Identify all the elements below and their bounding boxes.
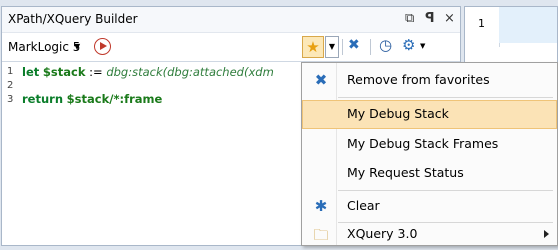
gear-caret-icon[interactable]: ▼ [420, 42, 425, 50]
submenu-arrow-icon [544, 230, 549, 238]
panel-title: XPath/XQuery Builder [8, 12, 138, 26]
gear-icon[interactable]: ⚙ [402, 36, 415, 54]
line-number: 3 [7, 94, 14, 105]
menu-item-label: My Debug Stack Frames [347, 136, 499, 151]
right-gutter: 1 [465, 7, 500, 47]
menu-item-my-debug-stack-frames[interactable]: My Debug Stack Frames [302, 130, 557, 159]
menu-item-label: Clear [347, 198, 380, 213]
right-current-line [499, 7, 557, 43]
code-line: return $stack/*:frame [22, 92, 163, 106]
menu-item-label: Remove from favorites [347, 72, 490, 87]
menu-item-remove-favorites[interactable]: ✖ Remove from favorites [302, 66, 557, 95]
right-line-number: 1 [478, 17, 485, 30]
database-selector[interactable]: MarkLogic 5 [8, 40, 80, 54]
star-icon[interactable]: ★ [302, 36, 324, 58]
favorites-dropdown-icon[interactable]: ▼ [325, 36, 339, 58]
menu-item-clear[interactable]: ✱ Clear [302, 192, 557, 221]
menu-separator [338, 190, 553, 191]
panel-titlebar: XPath/XQuery Builder ⧉ ꟼ × [2, 7, 460, 33]
menu-item-my-debug-stack[interactable]: My Debug Stack [302, 100, 557, 129]
panel-toolbar: MarkLogic 5 ▼ ★ ▼ ✖ ◷ ⚙ ▼ [2, 33, 460, 62]
menu-item-my-request-status[interactable]: My Request Status [302, 159, 557, 188]
clock-icon[interactable]: ◷ [379, 36, 392, 54]
pin-icon[interactable]: ꟼ [425, 11, 435, 26]
remove-favorite-icon: ✖ [314, 71, 328, 89]
menu-item-xquery-3[interactable]: 🗀 XQuery 3.0 [302, 220, 557, 249]
play-icon[interactable] [94, 38, 111, 55]
toolbar-separator [370, 39, 371, 55]
menu-separator [338, 97, 553, 98]
toolbar-separator [342, 39, 343, 55]
x-icon[interactable]: ✖ [348, 37, 360, 53]
menu-item-label: My Debug Stack [347, 106, 449, 121]
menu-item-label: XQuery 3.0 [347, 226, 418, 241]
chevron-down-icon[interactable]: ▼ [74, 42, 80, 51]
favorites-menu: ✖ Remove from favorites My Debug Stack M… [301, 62, 558, 246]
close-icon[interactable]: × [444, 11, 455, 26]
restore-icon[interactable]: ⧉ [405, 11, 414, 26]
menu-item-label: My Request Status [347, 165, 464, 180]
clear-icon: ✱ [314, 197, 328, 215]
code-line: let $stack := dbg:stack(dbg:attached(xdm [22, 65, 274, 79]
folder-icon: 🗀 [313, 226, 329, 244]
line-number: 2 [7, 80, 14, 91]
line-number: 1 [7, 66, 14, 77]
